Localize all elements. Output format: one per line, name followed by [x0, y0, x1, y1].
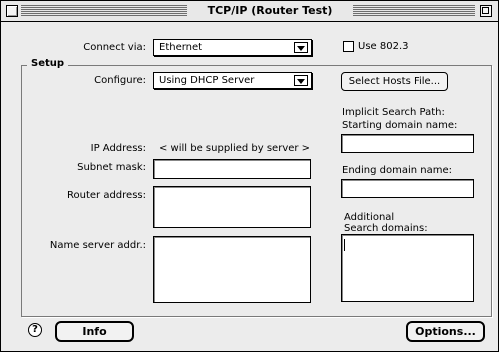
title-bar-stripes-right: [353, 5, 475, 16]
close-box-icon[interactable]: [6, 5, 18, 17]
router-address-field[interactable]: [153, 186, 311, 228]
title-bar[interactable]: TCP/IP (Router Test): [1, 1, 498, 22]
connect-via-popup[interactable]: Ethernet: [153, 39, 312, 56]
configure-popup[interactable]: Using DHCP Server: [153, 72, 312, 89]
ending-domain-field[interactable]: [341, 179, 474, 198]
router-address-label: Router address:: [67, 190, 146, 201]
subnet-mask-label: Subnet mask:: [77, 162, 146, 173]
name-server-field[interactable]: [153, 236, 311, 303]
select-hosts-file-button[interactable]: Select Hosts File...: [341, 72, 448, 91]
help-icon[interactable]: ?: [28, 323, 42, 337]
starting-domain-label: Starting domain name:: [342, 120, 458, 131]
ip-address-label: IP Address:: [90, 143, 146, 154]
configure-value: Using DHCP Server: [159, 75, 255, 86]
use-8023-checkbox[interactable]: [343, 41, 354, 52]
ending-domain-label: Ending domain name:: [342, 165, 453, 176]
chevron-down-icon: [294, 42, 308, 53]
configure-label: Configure:: [94, 75, 146, 86]
additional-label: Additional: [344, 212, 395, 223]
starting-domain-field[interactable]: [341, 134, 474, 153]
title-bar-stripes-left: [21, 5, 187, 16]
search-domains-label: Search domains:: [344, 223, 428, 234]
options-button[interactable]: Options...: [406, 321, 485, 342]
subnet-mask-field[interactable]: [153, 159, 311, 179]
tcpip-window: TCP/IP (Router Test) Connect via: Ethern…: [0, 0, 499, 352]
setup-group-label: Setup: [27, 58, 69, 69]
use-8023-label[interactable]: Use 802.3: [358, 41, 409, 52]
connect-via-label: Connect via:: [83, 42, 146, 53]
search-domains-field[interactable]: [341, 234, 474, 302]
chevron-down-icon: [294, 75, 308, 86]
name-server-label: Name server addr.:: [49, 240, 146, 251]
ip-address-value: < will be supplied by server >: [159, 143, 311, 154]
text-caret: [344, 239, 345, 251]
connect-via-value: Ethernet: [159, 42, 203, 53]
implicit-search-path-label: Implicit Search Path:: [342, 107, 445, 118]
window-title: TCP/IP (Router Test): [193, 4, 347, 17]
zoom-box-icon[interactable]: [480, 5, 492, 17]
info-button[interactable]: Info: [55, 321, 134, 342]
